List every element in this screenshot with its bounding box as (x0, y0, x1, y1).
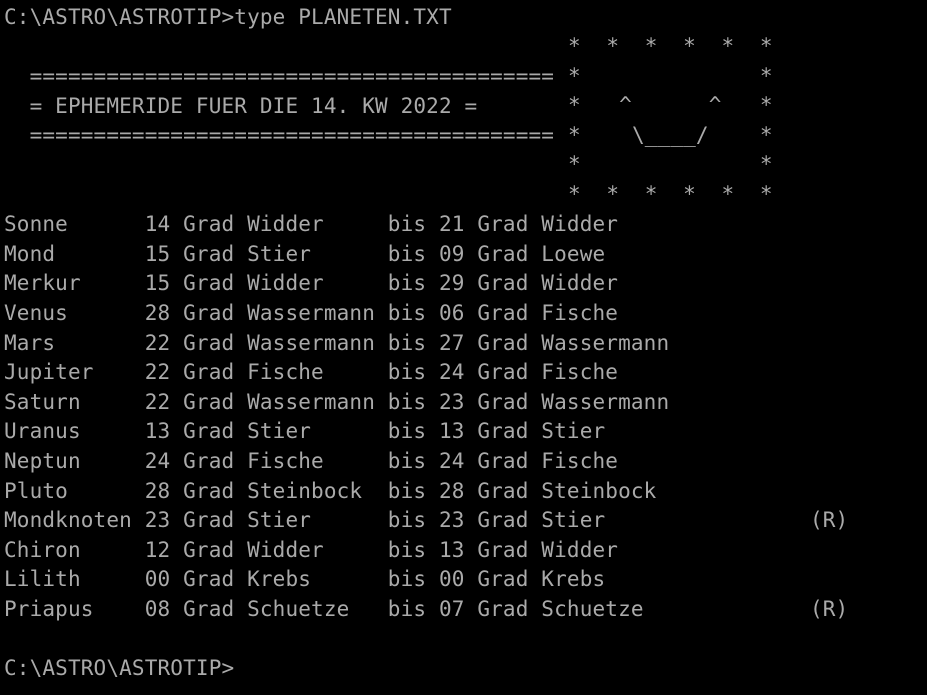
smiley-face-ascii-art: * * * * * * * * * ^ ^ * * \____/ * * * *… (568, 34, 773, 206)
command-prompt-line: C:\ASTRO\ASTROTIP>type PLANETEN.TXT (4, 5, 452, 29)
header-title-line: = EPHEMERIDE FUER DIE 14. KW 2022 = (4, 93, 478, 118)
ephemeris-table: Sonne 14 Grad Widder bis 21 Grad Widder … (4, 212, 849, 621)
blank-line-3 (4, 183, 17, 207)
dos-terminal-screen[interactable]: C:\ASTRO\ASTROTIP>type PLANETEN.TXT ====… (0, 0, 927, 695)
header-rule-top: ========================================… (4, 64, 555, 89)
blank-line-2 (4, 153, 17, 177)
header-rule-bottom: ========================================… (4, 123, 555, 148)
trailing-prompt-line[interactable]: C:\ASTRO\ASTROTIP> (4, 656, 234, 680)
blank-line-4 (4, 626, 17, 650)
blank-line-1 (4, 35, 17, 59)
